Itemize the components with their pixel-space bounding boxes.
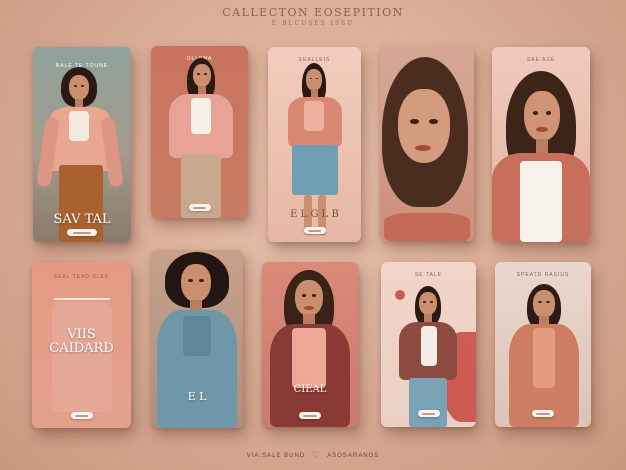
shop-button[interactable] xyxy=(67,229,97,236)
model-figure xyxy=(495,262,591,427)
card-title: E L xyxy=(187,390,207,403)
fashion-card-4[interactable] xyxy=(380,47,474,241)
fashion-card-9[interactable]: SE TALE xyxy=(381,262,476,427)
card-title: SAV TAL xyxy=(53,212,111,227)
shop-button[interactable] xyxy=(188,204,211,211)
model-figure xyxy=(262,262,358,427)
fashion-card-5[interactable]: SAE ASE xyxy=(492,47,590,242)
model-portrait xyxy=(492,47,590,242)
collection-grid: BALE TE TOUNE SAV TAL OLLENA SEALLEIS xyxy=(0,0,626,470)
shop-button[interactable] xyxy=(303,227,326,234)
shop-button[interactable] xyxy=(417,410,440,417)
fashion-card-6[interactable]: SEAL TEAD SLEE VIIS CAIDARD xyxy=(32,262,131,428)
shop-button[interactable] xyxy=(70,412,93,419)
heart-hanger-icon: ♡ xyxy=(311,450,321,460)
shop-button[interactable] xyxy=(299,412,321,419)
fashion-card-8[interactable]: CIEAL xyxy=(262,262,358,427)
footer-right-text: ASOSARANOS xyxy=(327,453,380,460)
card-title: E L G L B xyxy=(290,209,339,220)
fashion-card-7[interactable]: E L xyxy=(151,250,243,428)
card-title: CIEAL xyxy=(293,384,327,395)
footer-left-text: VIA:SALE BUND xyxy=(246,453,306,460)
fashion-card-2[interactable]: OLLENA xyxy=(151,46,248,218)
page-footer: VIA:SALE BUND ♡ ASOSARANOS xyxy=(0,450,626,461)
fashion-card-1[interactable]: BALE TE TOUNE SAV TAL xyxy=(33,47,131,242)
model-figure xyxy=(151,46,248,218)
model-portrait xyxy=(380,47,474,241)
fashion-card-10[interactable]: SPEATD RASIUS xyxy=(495,262,591,427)
card-title: VIIS CAIDARD xyxy=(49,327,114,356)
fashion-card-3[interactable]: SEALLEIS E L G L B xyxy=(268,47,361,242)
shop-button[interactable] xyxy=(532,410,554,417)
model-figure xyxy=(381,262,476,427)
